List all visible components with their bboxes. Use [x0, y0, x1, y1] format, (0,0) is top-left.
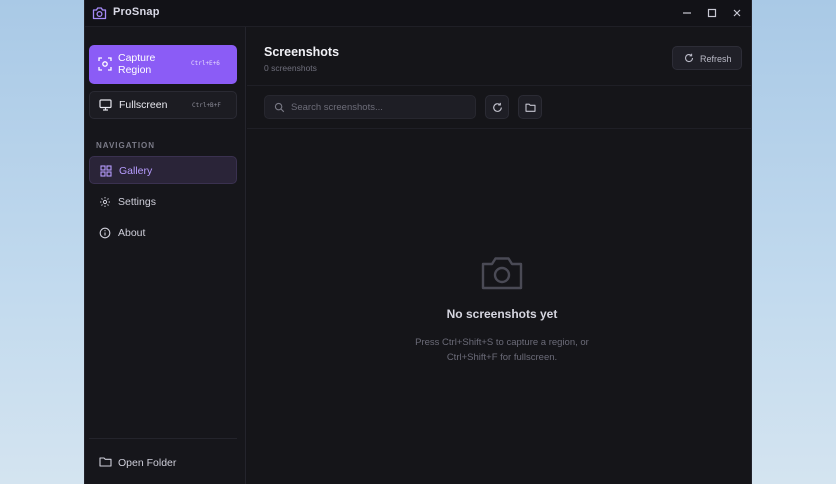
sidebar: Capture Region Ctrl+E+6 Fullscreen Ctrl+… [85, 27, 246, 484]
empty-state-description: Press Ctrl+Shift+S to capture a region, … [247, 335, 751, 365]
minimize-icon [683, 12, 691, 14]
info-icon [99, 227, 111, 239]
open-folder-button[interactable]: Open Folder [89, 450, 237, 476]
capture-region-icon [98, 57, 112, 71]
maximize-button[interactable] [702, 4, 722, 22]
folder-icon [99, 457, 112, 467]
screenshot-count: 0 screenshots [264, 63, 317, 73]
title-bar: ProSnap [85, 0, 751, 27]
sidebar-divider [89, 438, 237, 439]
refresh-icon [493, 102, 502, 112]
folder-icon [525, 103, 536, 112]
refresh-label: Refresh [700, 54, 732, 64]
minimize-button[interactable] [677, 4, 697, 22]
header-divider [247, 85, 751, 86]
capture-region-label: Capture Region [118, 52, 156, 76]
search-box[interactable] [264, 95, 476, 119]
open-folder-icon-button[interactable] [518, 95, 542, 119]
fullscreen-button[interactable]: Fullscreen Ctrl+B+F [89, 91, 237, 119]
open-folder-label: Open Folder [118, 457, 177, 469]
nav-heading: NAVIGATION [96, 141, 156, 150]
sidebar-item-about[interactable]: About [89, 219, 237, 247]
empty-state-line: Press Ctrl+Shift+S to capture a region, … [415, 337, 589, 348]
toolbar-divider [247, 128, 751, 129]
empty-state-line: Ctrl+Shift+F for fullscreen. [446, 352, 558, 363]
page-title: Screenshots [264, 45, 340, 59]
reload-gallery-button[interactable] [485, 95, 509, 119]
camera-icon [481, 257, 523, 290]
fullscreen-label: Fullscreen [119, 99, 168, 111]
sidebar-item-label: Gallery [119, 165, 153, 177]
empty-state-title: No screenshots yet [446, 307, 558, 321]
grid-icon [100, 165, 112, 177]
sidebar-item-settings[interactable]: Settings [89, 188, 237, 216]
desktop-background-right [752, 0, 836, 484]
main-panel: Screenshots 0 screenshots Refresh Search… [247, 27, 751, 484]
close-button[interactable] [727, 4, 747, 22]
refresh-button[interactable]: Refresh [672, 46, 742, 70]
app-window: ProSnap Capture Region Ctrl+E+6 Fullscre… [84, 0, 752, 484]
sidebar-item-gallery[interactable]: Gallery [89, 156, 237, 184]
sidebar-item-label: About [118, 227, 146, 239]
capture-region-button[interactable]: Capture Region Ctrl+E+6 [89, 45, 237, 84]
search-icon [274, 102, 285, 113]
gear-icon [100, 197, 110, 207]
app-title: ProSnap [113, 6, 160, 18]
fullscreen-shortcut: Ctrl+B+F [192, 102, 221, 109]
refresh-icon [685, 53, 694, 63]
desktop-background-left [0, 0, 84, 484]
close-icon [733, 9, 741, 17]
capture-region-shortcut: Ctrl+E+6 [191, 60, 220, 67]
camera-icon [92, 7, 107, 20]
search-input[interactable] [291, 99, 471, 115]
sidebar-item-label: Settings [118, 196, 156, 208]
maximize-icon [707, 8, 717, 18]
monitor-icon [99, 99, 112, 111]
